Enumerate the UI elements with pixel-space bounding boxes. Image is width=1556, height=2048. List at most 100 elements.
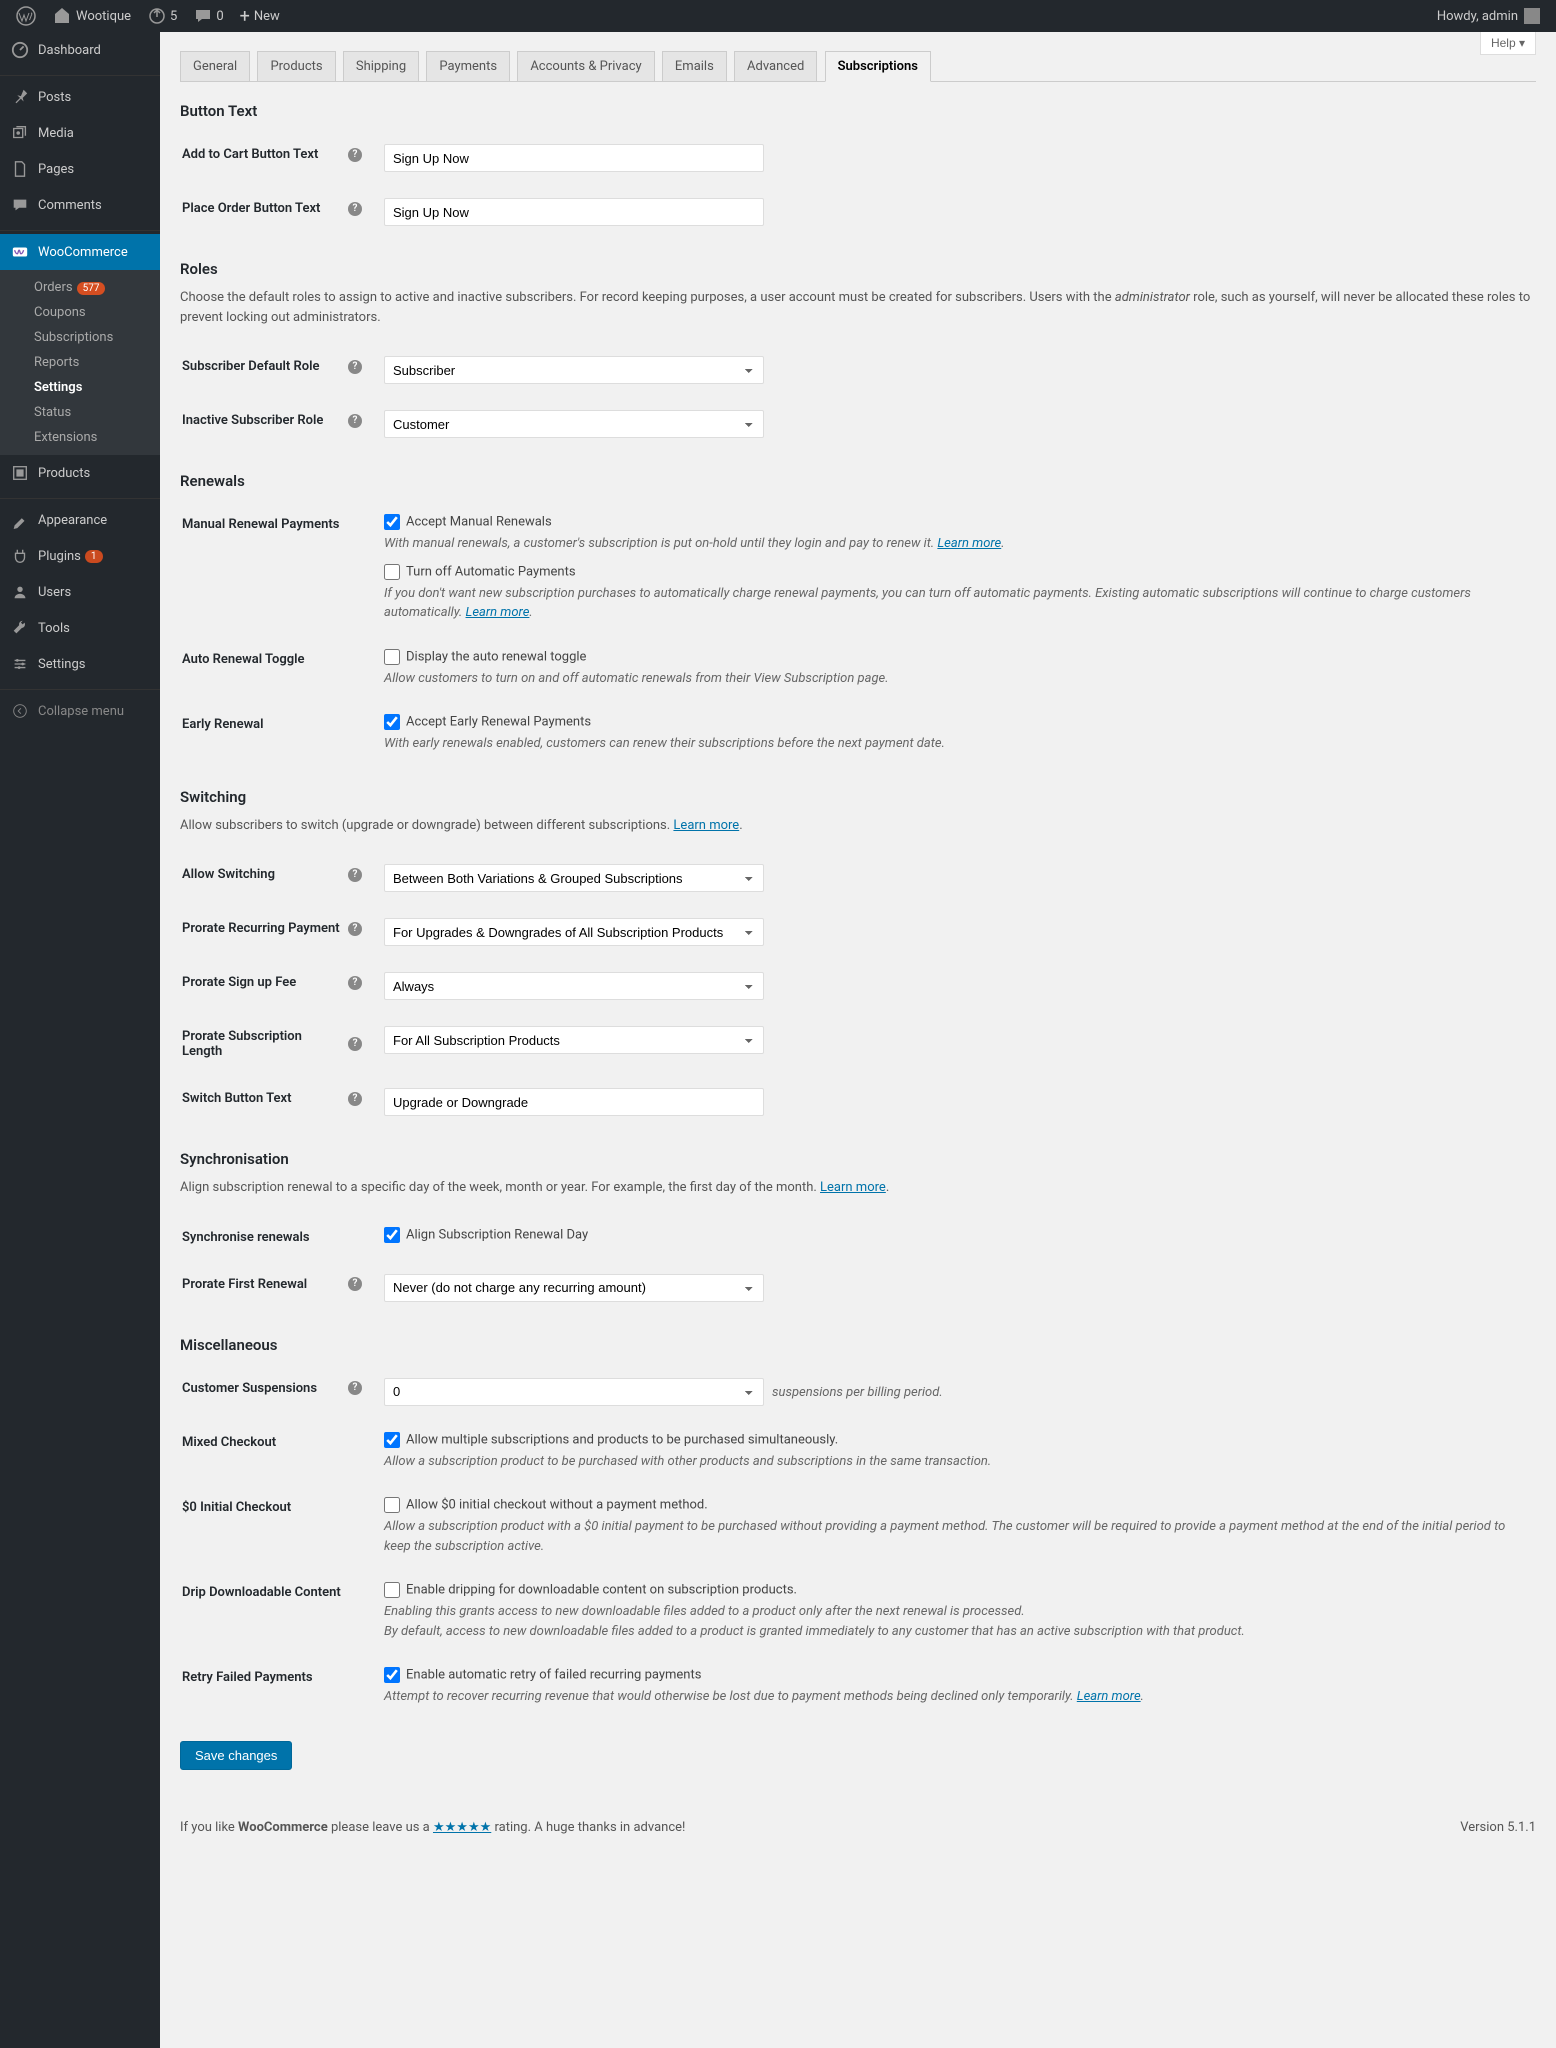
section-sync: Synchronisation <box>180 1150 1536 1168</box>
submenu-coupons[interactable]: Coupons <box>0 300 160 325</box>
switch-button-input[interactable] <box>384 1088 764 1116</box>
align-day-checkbox[interactable] <box>384 1227 400 1243</box>
admin-menu: Dashboard Posts Media Pages Comments Woo… <box>0 32 160 2048</box>
label-switch-button: Switch Button Text <box>182 1091 292 1106</box>
submenu-settings[interactable]: Settings <box>0 375 160 400</box>
comments-bubble[interactable]: 0 <box>185 0 231 32</box>
help-icon[interactable]: ? <box>348 360 362 374</box>
learn-more-link[interactable]: Learn more <box>466 605 530 620</box>
accept-manual-checkbox[interactable] <box>384 514 400 530</box>
submenu-orders[interactable]: Orders577 <box>0 275 160 300</box>
label-mixed-checkout: Mixed Checkout <box>182 1420 382 1484</box>
pages-icon <box>10 159 30 179</box>
help-icon[interactable]: ? <box>348 868 362 882</box>
menu-products[interactable]: Products <box>0 455 160 491</box>
sync-description: Align subscription renewal to a specific… <box>180 1178 1536 1198</box>
submenu-subscriptions[interactable]: Subscriptions <box>0 325 160 350</box>
help-icon[interactable]: ? <box>348 202 362 216</box>
tab-advanced[interactable]: Advanced <box>734 51 817 81</box>
accept-early-checkbox[interactable] <box>384 714 400 730</box>
prorate-signup-select[interactable]: Always <box>384 972 764 1000</box>
tab-general[interactable]: General <box>180 51 250 81</box>
display-toggle-checkbox[interactable] <box>384 649 400 665</box>
updates[interactable]: 5 <box>139 0 185 32</box>
mixed-checkout-checkbox[interactable] <box>384 1432 400 1448</box>
tab-emails[interactable]: Emails <box>662 51 727 81</box>
help-icon[interactable]: ? <box>348 414 362 428</box>
prorate-recurring-select[interactable]: For Upgrades & Downgrades of All Subscri… <box>384 918 764 946</box>
prorate-length-select[interactable]: For All Subscription Products <box>384 1026 764 1054</box>
submenu-status[interactable]: Status <box>0 400 160 425</box>
pin-icon <box>10 87 30 107</box>
learn-more-link[interactable]: Learn more <box>673 818 739 833</box>
menu-woocommerce[interactable]: WooCommerce <box>0 234 160 270</box>
retry-checkbox[interactable] <box>384 1667 400 1683</box>
my-account[interactable]: Howdy, admin <box>1429 0 1548 32</box>
menu-pages[interactable]: Pages <box>0 151 160 187</box>
menu-users[interactable]: Users <box>0 574 160 610</box>
menu-comments[interactable]: Comments <box>0 187 160 223</box>
help-icon[interactable]: ? <box>348 1037 362 1051</box>
save-button[interactable]: Save changes <box>180 1741 292 1770</box>
help-icon[interactable]: ? <box>348 1277 362 1291</box>
turn-off-auto-checkbox[interactable] <box>384 564 400 580</box>
label-zero-checkout: $0 Initial Checkout <box>182 1485 382 1568</box>
learn-more-link[interactable]: Learn more <box>937 536 1001 551</box>
section-button-text: Button Text <box>180 102 1536 120</box>
tab-payments[interactable]: Payments <box>426 51 510 81</box>
menu-tools[interactable]: Tools <box>0 610 160 646</box>
rating-link[interactable]: ★★★★★ <box>433 1820 491 1835</box>
wp-logo[interactable] <box>8 0 44 32</box>
help-button[interactable]: Help ▾ <box>1480 32 1536 55</box>
label-manual-renewal: Manual Renewal Payments <box>182 502 382 635</box>
label-add-to-cart: Add to Cart Button Text <box>182 147 318 162</box>
section-renewals: Renewals <box>180 472 1536 490</box>
menu-plugins[interactable]: Plugins1 <box>0 538 160 574</box>
woocommerce-submenu: Orders577 Coupons Subscriptions Reports … <box>0 270 160 455</box>
footer-thanks: If you like WooCommerce please leave us … <box>180 1820 685 1835</box>
menu-settings[interactable]: Settings <box>0 646 160 682</box>
users-icon <box>10 582 30 602</box>
footer: If you like WooCommerce please leave us … <box>160 1810 1556 1845</box>
tools-icon <box>10 618 30 638</box>
menu-dashboard[interactable]: Dashboard <box>0 32 160 68</box>
site-name[interactable]: Wootique <box>44 0 139 32</box>
site-name-text: Wootique <box>76 9 131 24</box>
help-icon[interactable]: ? <box>348 1381 362 1395</box>
tab-accounts[interactable]: Accounts & Privacy <box>517 51 654 81</box>
drip-checkbox[interactable] <box>384 1582 400 1598</box>
label-prorate-signup: Prorate Sign up Fee <box>182 975 296 990</box>
zero-checkout-checkbox[interactable] <box>384 1497 400 1513</box>
susp-suffix: suspensions per billing period. <box>772 1385 943 1400</box>
place-order-input[interactable] <box>384 198 764 226</box>
cust-susp-select[interactable]: 0 <box>384 1378 764 1406</box>
prorate-first-select[interactable]: Never (do not charge any recurring amoun… <box>384 1274 764 1302</box>
content-body: Help ▾ General Products Shipping Payment… <box>160 0 1556 1845</box>
inactive-role-select[interactable]: Customer <box>384 410 764 438</box>
submenu-reports[interactable]: Reports <box>0 350 160 375</box>
learn-more-link[interactable]: Learn more <box>1077 1689 1141 1704</box>
menu-media[interactable]: Media <box>0 115 160 151</box>
tab-products[interactable]: Products <box>257 51 335 81</box>
new-content[interactable]: +New <box>232 0 288 32</box>
label-early-renewal: Early Renewal <box>182 702 382 766</box>
submenu-extensions[interactable]: Extensions <box>0 425 160 450</box>
allow-switch-select[interactable]: Between Both Variations & Grouped Subscr… <box>384 864 764 892</box>
help-icon[interactable]: ? <box>348 922 362 936</box>
collapse-menu[interactable]: Collapse menu <box>0 693 160 729</box>
label-prorate-recurring: Prorate Recurring Payment <box>182 921 340 936</box>
help-icon[interactable]: ? <box>348 148 362 162</box>
label-cust-susp: Customer Suspensions <box>182 1381 317 1396</box>
label-drip: Drip Downloadable Content <box>182 1570 382 1653</box>
learn-more-link[interactable]: Learn more <box>820 1180 886 1195</box>
appearance-icon <box>10 510 30 530</box>
comment-icon <box>10 195 30 215</box>
tab-shipping[interactable]: Shipping <box>343 51 419 81</box>
menu-posts[interactable]: Posts <box>0 79 160 115</box>
help-icon[interactable]: ? <box>348 976 362 990</box>
sub-default-role-select[interactable]: Subscriber <box>384 356 764 384</box>
add-to-cart-input[interactable] <box>384 144 764 172</box>
tab-subscriptions[interactable]: Subscriptions <box>825 51 931 82</box>
help-icon[interactable]: ? <box>348 1092 362 1106</box>
menu-appearance[interactable]: Appearance <box>0 502 160 538</box>
